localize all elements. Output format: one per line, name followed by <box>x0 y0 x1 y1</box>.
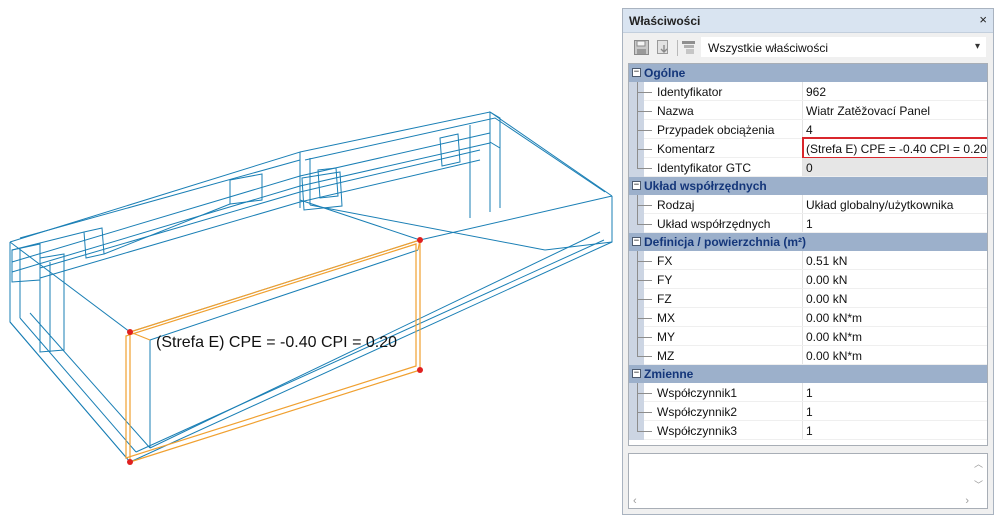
collapse-icon[interactable]: − <box>632 68 641 77</box>
property-name: FX <box>657 254 673 268</box>
panel-titlebar: Właściwości × <box>623 9 993 33</box>
property-name: FZ <box>657 292 672 306</box>
category-variables[interactable]: − Zmienne <box>629 365 987 383</box>
property-value[interactable]: 1 <box>806 405 813 419</box>
property-value[interactable]: Wiatr Zatěžovací Panel <box>806 104 930 118</box>
property-row-my[interactable]: MY 0.00 kN*m <box>629 327 987 346</box>
import-icon[interactable] <box>655 39 672 56</box>
property-value[interactable]: 0.00 kN <box>806 292 847 306</box>
panel-label: (Strefa E) CPE = -0.40 CPI = 0.20 <box>156 334 397 351</box>
property-name: Identyfikator <box>657 85 723 99</box>
property-name: Przypadek obciążenia <box>657 123 775 137</box>
property-name: Nazwa <box>657 104 694 118</box>
property-value[interactable]: 1 <box>806 424 813 438</box>
property-value[interactable]: (Strefa E) CPE = -0.40 CPI = 0.20 <box>806 142 987 156</box>
property-name: Współczynnik2 <box>657 405 738 419</box>
property-name: Identyfikator GTC <box>657 161 752 175</box>
scroll-right-icon[interactable]: › <box>965 495 969 507</box>
property-value[interactable]: 1 <box>806 386 813 400</box>
property-value[interactable]: 962 <box>806 85 826 99</box>
category-general[interactable]: − Ogólne <box>629 64 987 82</box>
property-row-gtc-identifier[interactable]: Identyfikator GTC 0 <box>629 158 987 177</box>
filter-value: Wszystkie właściwości <box>708 41 829 55</box>
property-row-type[interactable]: Rodzaj Układ globalny/użytkownika <box>629 195 987 214</box>
category-title: Układ współrzędnych <box>644 179 767 193</box>
property-row-name[interactable]: Nazwa Wiatr Zatěžovací Panel <box>629 101 987 120</box>
save-icon[interactable] <box>633 39 650 56</box>
collapse-icon[interactable]: − <box>632 237 641 246</box>
property-row-comment[interactable]: Komentarz (Strefa E) CPE = -0.40 CPI = 0… <box>629 137 987 159</box>
property-name: Współczynnik1 <box>657 386 738 400</box>
property-row-mx[interactable]: MX 0.00 kN*m <box>629 308 987 327</box>
category-title: Definicja / powierzchnia (m²) <box>644 235 807 249</box>
property-name: MX <box>657 311 675 325</box>
property-value: 0 <box>806 161 813 175</box>
property-row-identifier[interactable]: Identyfikator 962 <box>629 82 987 101</box>
properties-filter-icon[interactable] <box>681 39 698 56</box>
selection-node[interactable] <box>127 459 133 465</box>
property-row-mz[interactable]: MZ 0.00 kN*m <box>629 346 987 365</box>
property-row-fz[interactable]: FZ 0.00 kN <box>629 289 987 308</box>
selection-node[interactable] <box>417 367 423 373</box>
scroll-down-icon[interactable]: ﹀ <box>974 478 983 491</box>
properties-filter-dropdown[interactable]: Wszystkie właściwości ▾ <box>701 37 986 57</box>
property-name: Rodzaj <box>657 198 695 212</box>
property-value[interactable]: 1 <box>806 217 813 231</box>
category-coordinate-system[interactable]: − Układ współrzędnych <box>629 177 987 195</box>
property-name: FY <box>657 273 673 287</box>
property-value[interactable]: 0.00 kN*m <box>806 330 862 344</box>
property-value[interactable]: 0.00 kN*m <box>806 349 862 363</box>
panel-toolbar: Wszystkie właściwości ▾ <box>623 34 993 61</box>
selection-node[interactable] <box>417 237 423 243</box>
property-name: Układ współrzędnych <box>657 217 771 231</box>
property-name: MZ <box>657 349 675 363</box>
selection-node[interactable] <box>127 329 133 335</box>
property-row-factor1[interactable]: Współczynnik1 1 <box>629 383 987 402</box>
property-value[interactable]: 0.00 kN <box>806 273 847 287</box>
property-row-fx[interactable]: FX 0.51 kN <box>629 251 987 270</box>
toolbar-separator <box>677 40 678 56</box>
description-pane: ︿ ﹀ ‹ › <box>628 453 988 509</box>
category-title: Ogólne <box>644 66 686 80</box>
collapse-icon[interactable]: − <box>632 181 641 190</box>
category-definition[interactable]: − Definicja / powierzchnia (m²) <box>629 233 987 251</box>
panel-title: Właściwości <box>629 14 701 28</box>
property-name: Komentarz <box>657 142 716 156</box>
properties-panel: Właściwości × Wszystkie właściwości ▾ − … <box>622 8 994 515</box>
property-value[interactable]: 4 <box>806 123 813 137</box>
property-value[interactable]: Układ globalny/użytkownika <box>806 198 953 212</box>
property-row-factor3[interactable]: Współczynnik3 1 <box>629 421 987 440</box>
property-value[interactable]: 0.51 kN <box>806 254 847 268</box>
close-icon[interactable]: × <box>979 12 987 27</box>
scroll-left-icon[interactable]: ‹ <box>633 495 637 507</box>
property-grid: − Ogólne Identyfikator 962 Nazwa Wiatr Z… <box>628 63 988 446</box>
property-row-coordinate-system[interactable]: Układ współrzędnych 1 <box>629 214 987 233</box>
property-row-factor2[interactable]: Współczynnik2 1 <box>629 402 987 421</box>
scroll-up-icon[interactable]: ︿ <box>974 457 983 470</box>
collapse-icon[interactable]: − <box>632 369 641 378</box>
property-name: Współczynnik3 <box>657 424 738 438</box>
category-title: Zmienne <box>644 367 694 381</box>
model-viewport[interactable]: (Strefa E) CPE = -0.40 CPI = 0.20 <box>0 0 618 522</box>
chevron-down-icon[interactable]: ▾ <box>975 41 980 52</box>
property-row-fy[interactable]: FY 0.00 kN <box>629 270 987 289</box>
property-value[interactable]: 0.00 kN*m <box>806 311 862 325</box>
structure-wireframe[interactable] <box>0 0 618 522</box>
property-name: MY <box>657 330 675 344</box>
